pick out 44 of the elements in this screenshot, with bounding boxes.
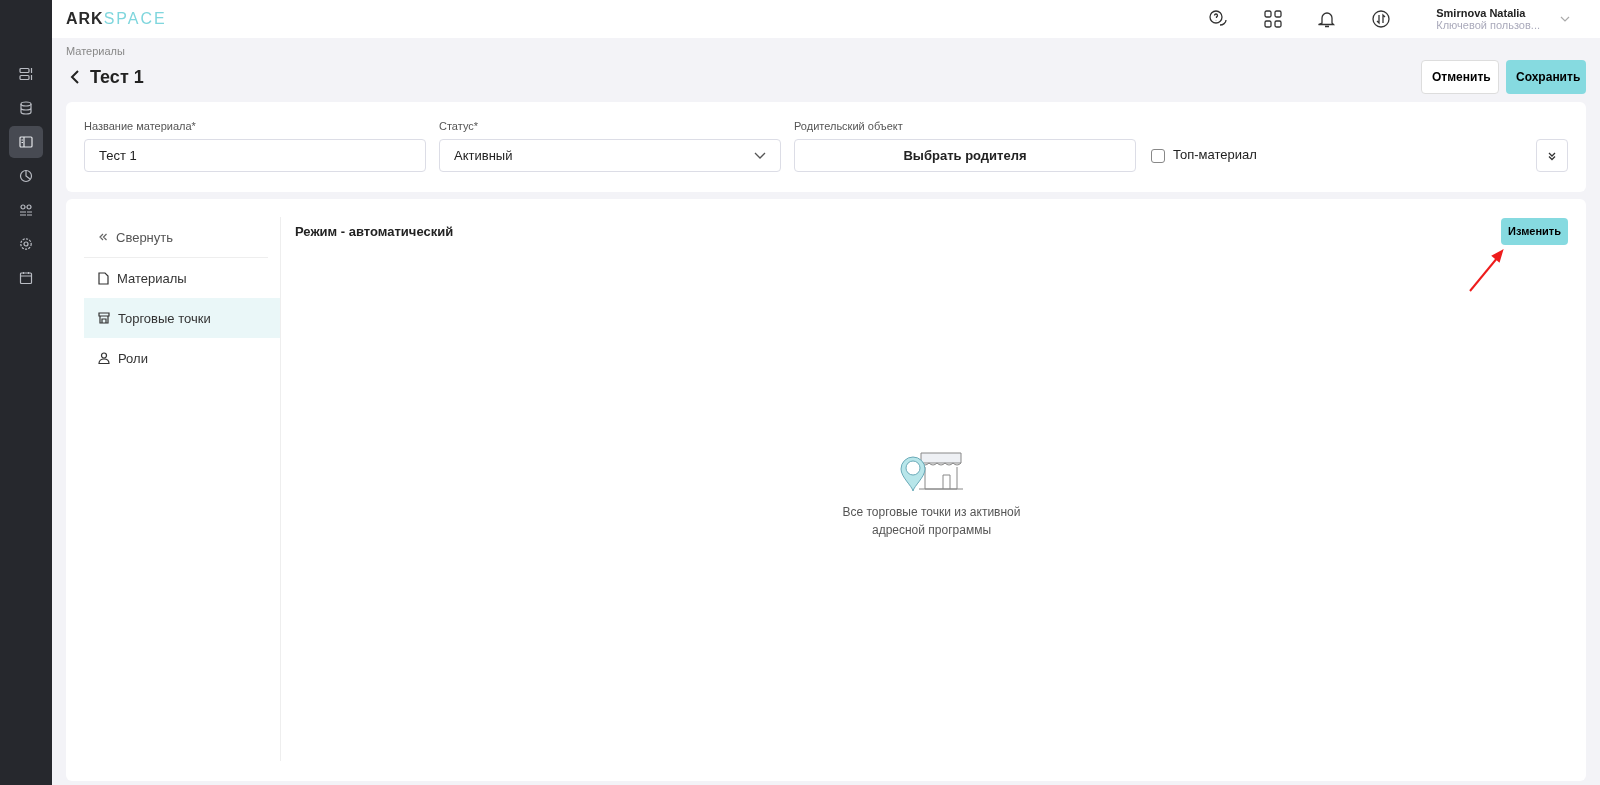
checkbox[interactable] xyxy=(1151,148,1165,163)
list-icon xyxy=(19,67,33,81)
status-dropdown[interactable]: Активный xyxy=(439,139,781,172)
settings-icon xyxy=(19,237,33,251)
expand-button[interactable] xyxy=(1536,139,1568,172)
name-field[interactable]: Тест 1 xyxy=(84,139,426,172)
save-button[interactable]: Сохранить xyxy=(1506,60,1586,94)
page-title: Тест 1 xyxy=(90,66,144,88)
user-menu[interactable]: Smirnova Natalia Ключевой пользов... xyxy=(1436,7,1570,31)
database-icon xyxy=(19,101,33,115)
pie-chart-icon xyxy=(19,169,33,183)
users-icon xyxy=(19,203,33,217)
choose-parent-button[interactable]: Выбрать родителя xyxy=(794,139,1136,172)
mode-heading: Режим - автоматический xyxy=(295,223,454,239)
side-menu-item[interactable]: Материалы xyxy=(84,258,280,298)
field-label: Статус* xyxy=(439,120,480,132)
user-icon xyxy=(98,352,110,364)
collapse-button[interactable]: Свернуть xyxy=(84,217,268,258)
store-icon xyxy=(98,312,110,324)
logo: ARKSPACE xyxy=(66,10,167,28)
apps-grid-icon[interactable] xyxy=(1264,10,1283,28)
user-role: Ключевой пользов... xyxy=(1436,19,1540,31)
side-menu-item[interactable]: Роли xyxy=(84,338,280,378)
checkbox-label: Топ-материал xyxy=(1173,147,1257,162)
chevron-down-icon xyxy=(1560,16,1570,22)
empty-state-text: адресной программы xyxy=(871,522,992,539)
swap-circle-icon[interactable] xyxy=(1372,10,1391,28)
user-name: Smirnova Natalia xyxy=(1436,7,1527,19)
double-chevron-left-icon xyxy=(98,232,108,242)
cancel-button[interactable]: Отменить xyxy=(1421,60,1499,94)
annotation-arrow xyxy=(1468,249,1504,293)
bell-icon[interactable] xyxy=(1318,10,1337,28)
nav-rail-button[interactable] xyxy=(9,126,43,158)
field-label: Название материала* xyxy=(84,120,197,132)
help-chat-icon[interactable] xyxy=(1208,9,1229,29)
panel-icon xyxy=(19,135,33,149)
double-chevron-down-icon xyxy=(1547,150,1557,161)
calendar-icon xyxy=(19,271,33,285)
side-menu-item[interactable]: Торговые точки xyxy=(84,298,280,338)
document-icon xyxy=(98,271,109,285)
empty-state-text: Все торговые точки из активной xyxy=(842,504,1021,521)
field-label: Родительский объект xyxy=(794,120,904,132)
change-button[interactable]: Изменить xyxy=(1501,217,1568,245)
chevron-down-icon xyxy=(754,152,766,159)
